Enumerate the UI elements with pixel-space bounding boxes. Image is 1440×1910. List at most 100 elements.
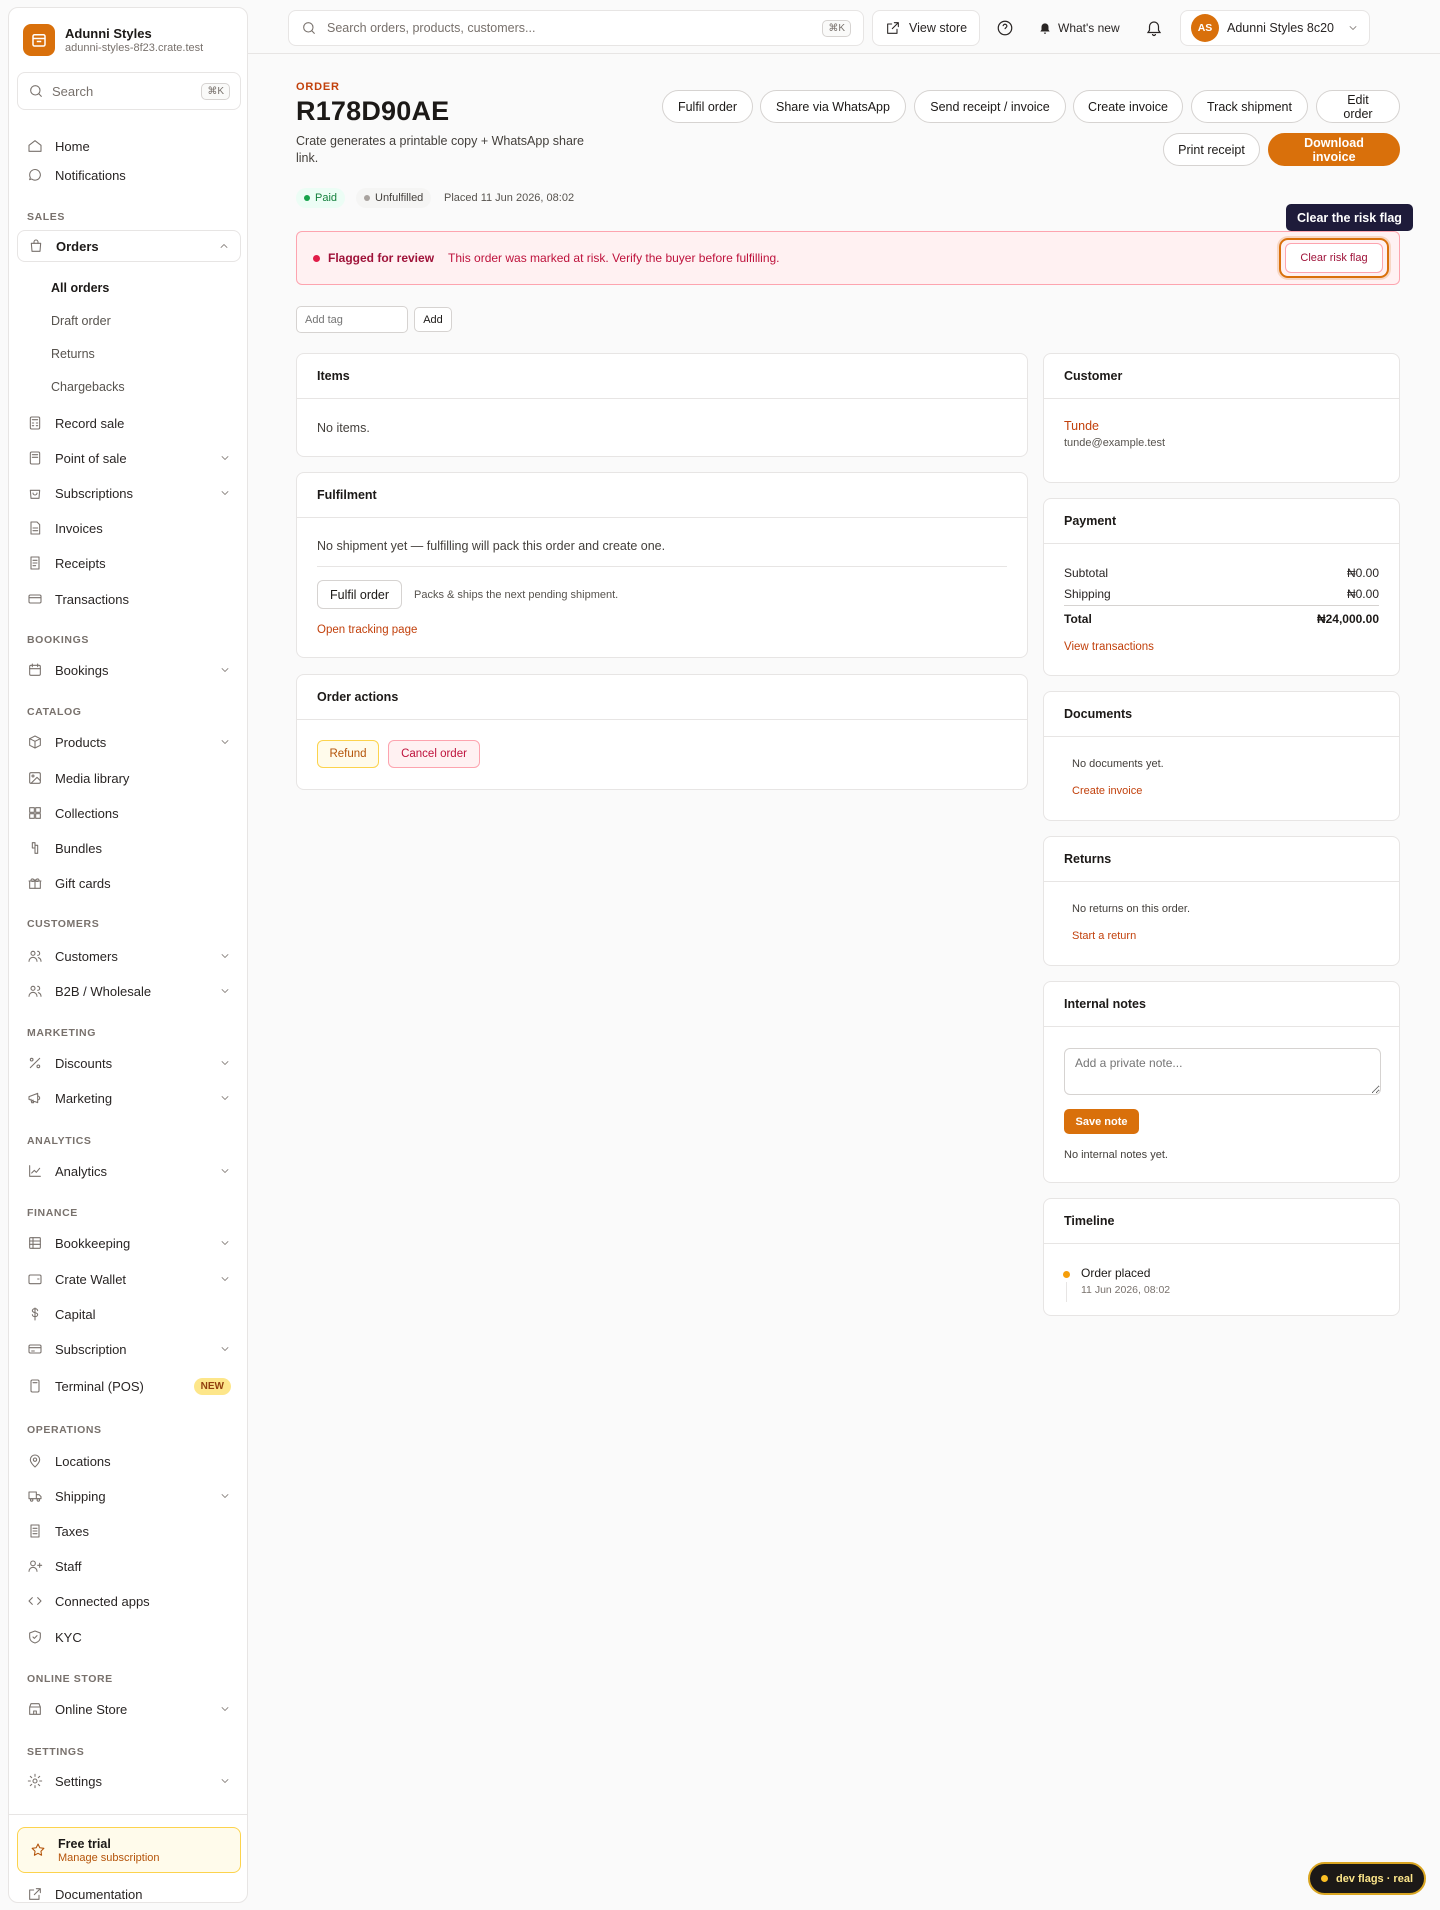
sidebar-item-record-sale[interactable]: Record sale [17,407,241,439]
sidebar-item-subscriptions[interactable]: Subscriptions [17,477,241,509]
sidebar-item-bookkeeping[interactable]: Bookkeeping [17,1227,241,1259]
sidebar-item-connected-apps[interactable]: Connected apps [17,1585,241,1617]
timeline-time: 11 Jun 2026, 08:02 [1081,1284,1171,1296]
cancel-order-button[interactable]: Cancel order [388,740,480,768]
create-invoice-link[interactable]: Create invoice [1072,785,1142,797]
fulfil-order-button[interactable]: Fulfil order [662,90,753,123]
sidebar-item-taxes[interactable]: Taxes [17,1515,241,1547]
sidebar-item-crate-wallet[interactable]: Crate Wallet [17,1263,241,1295]
account-menu[interactable]: AS Adunni Styles 8c20 [1180,10,1370,46]
sidebar-item-transactions[interactable]: Transactions [17,583,241,615]
sidebar-item-bundles[interactable]: Bundles [17,832,241,864]
card-title: Payment [1044,499,1399,544]
sidebar-item-home[interactable]: Home [17,130,241,162]
row-label: Subtotal [1064,566,1109,580]
view-store-button[interactable]: View store [872,10,981,46]
sidebar-item-invoices[interactable]: Invoices [17,512,241,544]
chevron-down-icon [1349,26,1357,30]
sidebar-search[interactable]: Search ⌘K [17,72,241,110]
gift-icon [28,878,42,889]
trial-subtitle: Manage subscription [58,1851,160,1864]
sidebar-search-label: Search [52,83,94,99]
sidebar-item-label: Subscription [55,1341,127,1357]
status-badge-paid: Paid [296,188,346,208]
start-return-link[interactable]: Start a return [1072,930,1136,942]
sidebar-item-staff[interactable]: Staff [17,1550,241,1582]
open-tracking-link[interactable]: Open tracking page [317,624,417,636]
dev-flags-pill[interactable]: dev flags · real [1308,1862,1426,1895]
sidebar-item-analytics[interactable]: Analytics [17,1155,241,1187]
edit-order-button[interactable]: Edit order [1316,90,1400,123]
chevron-down-icon [221,989,229,993]
free-trial-card[interactable]: Free trial Manage subscription [17,1827,241,1873]
shield-check-icon [29,1630,41,1644]
sidebar-sub-returns[interactable]: Returns [51,347,95,361]
card-title: Timeline [1044,1199,1399,1244]
view-transactions-link[interactable]: View transactions [1064,641,1154,653]
global-search[interactable]: Search orders, products, customers... ⌘K [288,10,864,46]
sidebar-item-capital[interactable]: Capital [17,1298,241,1330]
clear-risk-flag-button[interactable]: Clear risk flag [1285,243,1383,273]
add-tag-button[interactable]: Add [414,307,452,332]
add-tag-input[interactable] [296,306,408,333]
whats-new-button[interactable]: What's new [1038,10,1120,46]
sidebar-item-orders[interactable]: Orders [17,230,241,262]
sidebar-item-kyc[interactable]: KYC [17,1621,241,1653]
row-label: Total [1064,612,1092,626]
print-receipt-button[interactable]: Print receipt [1163,133,1260,166]
megaphone-icon [28,1092,41,1104]
sidebar-item-locations[interactable]: Locations [17,1445,241,1477]
returns-card: Returns No returns on this order. Start … [1043,836,1400,966]
sidebar-item-media-library[interactable]: Media library [17,762,241,794]
sidebar-item-b2b[interactable]: B2B / Wholesale [17,975,241,1007]
sidebar-item-bookings[interactable]: Bookings [17,654,241,686]
sidebar-sub-draft-order[interactable]: Draft order [51,314,111,328]
customer-card: Customer Tunde tunde@example.test [1043,353,1400,483]
sidebar-item-label: Bookings [55,662,109,678]
customer-name-link[interactable]: Tunde [1064,419,1099,433]
sidebar-item-documentation[interactable]: Documentation [17,1878,241,1902]
chevron-down-icon [221,1096,229,1100]
sidebar-item-shipping[interactable]: Shipping [17,1480,241,1512]
sidebar-item-point-of-sale[interactable]: Point of sale [17,442,241,474]
sidebar-item-terminal[interactable]: Terminal (POS) NEW [17,1370,241,1402]
notifications-button[interactable] [1145,10,1163,46]
sidebar-item-label: Bookkeeping [55,1235,131,1251]
sidebar-sub-all-orders[interactable]: All orders [51,281,109,295]
sidebar-item-notifications[interactable]: Notifications [17,159,241,191]
sidebar-item-customers[interactable]: Customers [17,940,241,972]
search-shortcut: ⌘K [822,19,851,37]
returns-empty: No returns on this order. [1072,903,1191,915]
sidebar-item-products[interactable]: Products [17,726,241,758]
image-icon [29,772,41,784]
section-finance: FINANCE [27,1207,78,1219]
whats-new-label: What's new [1058,21,1120,35]
sidebar-sub-chargebacks[interactable]: Chargebacks [51,380,125,394]
send-receipt-button[interactable]: Send receipt / invoice [914,90,1066,123]
sidebar-item-gift-cards[interactable]: Gift cards [17,867,241,899]
refund-button[interactable]: Refund [317,740,379,768]
sidebar-item-subscription[interactable]: Subscription [17,1333,241,1365]
sidebar-item-settings[interactable]: Settings [17,1765,241,1797]
fulfil-order-card-button[interactable]: Fulfil order [317,580,403,609]
customer-email: tunde@example.test [1064,437,1166,449]
sidebar-item-discounts[interactable]: Discounts [17,1047,241,1079]
sidebar-item-marketing[interactable]: Marketing [17,1082,241,1114]
document-icon [30,1524,40,1538]
sidebar-item-online-store[interactable]: Online Store [17,1693,241,1725]
share-whatsapp-button[interactable]: Share via WhatsApp [760,90,906,123]
help-button[interactable] [996,10,1014,46]
private-note-input[interactable] [1064,1048,1381,1095]
sidebar-item-label: Taxes [55,1523,89,1539]
save-note-button[interactable]: Save note [1064,1109,1139,1134]
sidebar-item-receipts[interactable]: Receipts [17,547,241,579]
user-plus-icon [28,1560,43,1572]
download-invoice-button[interactable]: Download invoice [1268,133,1400,166]
section-online-store: ONLINE STORE [27,1673,113,1685]
sidebar-item-collections[interactable]: Collections [17,797,241,829]
create-invoice-button[interactable]: Create invoice [1073,90,1183,123]
store-switcher[interactable]: Adunni Styles adunni-styles-8f23.crate.t… [23,24,203,56]
track-shipment-button[interactable]: Track shipment [1191,90,1308,123]
order-label: ORDER [296,81,340,93]
section-marketing: MARKETING [27,1027,96,1039]
